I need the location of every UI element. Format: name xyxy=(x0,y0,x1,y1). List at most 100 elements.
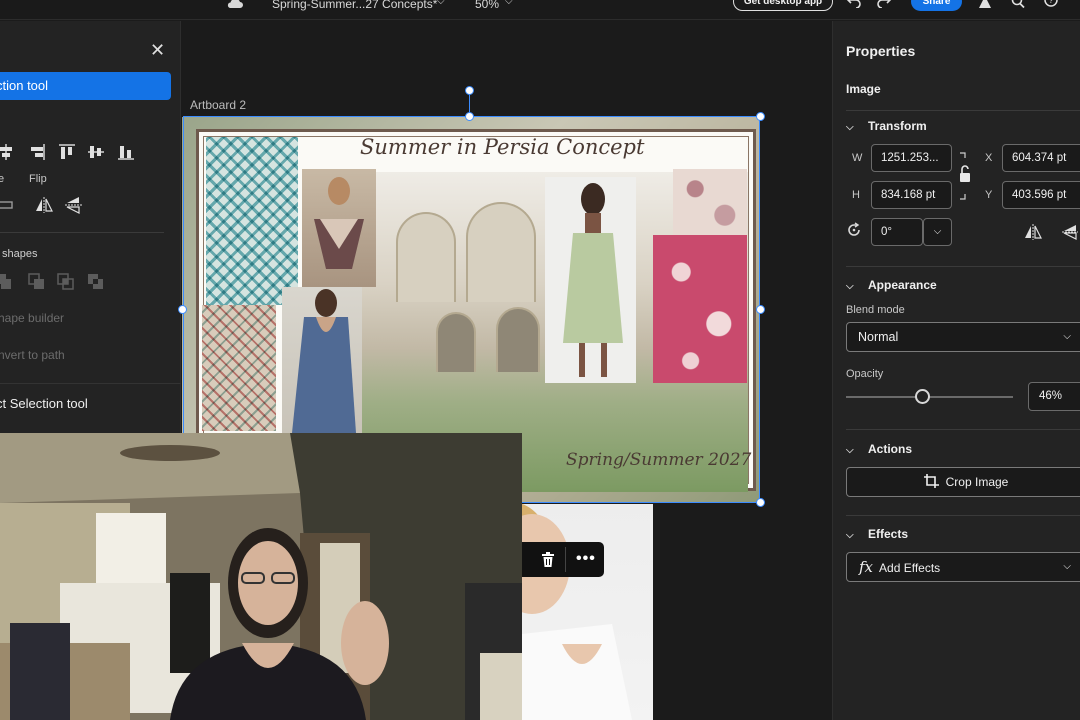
combine-shapes-label: shapes xyxy=(2,248,38,260)
model-figure xyxy=(292,289,356,433)
width-field[interactable]: 1251.253... xyxy=(871,144,952,172)
rotate-icon xyxy=(848,222,860,236)
context-toolbar: ••• xyxy=(522,542,604,577)
resize-handle-right[interactable] xyxy=(756,305,765,314)
chevron-down-icon[interactable]: ⌵ xyxy=(505,0,513,7)
cloud-sync-icon[interactable] xyxy=(226,0,244,10)
section-divider xyxy=(0,232,164,233)
chevron-down-icon: ⌵ xyxy=(846,445,854,456)
share-button[interactable]: Share xyxy=(911,0,962,11)
align-center-horizontal-icon[interactable] xyxy=(0,143,18,161)
effects-label: Effects xyxy=(868,527,909,541)
crop-image-label: Crop Image xyxy=(945,475,1009,489)
chevron-down-icon[interactable]: ⌵ xyxy=(437,0,445,7)
chevron-down-icon: ⌵ xyxy=(846,530,854,541)
object-type-label: Image xyxy=(846,82,881,96)
blend-mode-value: Normal xyxy=(858,330,899,344)
flip-horizontal-icon[interactable] xyxy=(1024,224,1042,240)
opacity-field[interactable]: 46% xyxy=(1028,382,1080,411)
transform-label: Transform xyxy=(868,119,927,133)
height-field[interactable]: 834.168 pt xyxy=(871,181,952,209)
toolbar-separator xyxy=(565,547,566,572)
rose-tile-swatch xyxy=(202,305,276,431)
opacity-slider-thumb[interactable] xyxy=(915,389,931,404)
teal-tile-swatch xyxy=(206,137,298,305)
undo-icon[interactable] xyxy=(846,0,862,8)
zoom-level[interactable]: 50% xyxy=(475,0,499,11)
moodboard-season: Spring/Summer 2027 xyxy=(566,450,752,470)
y-field[interactable]: 403.596 pt xyxy=(1002,181,1080,209)
properties-title: Properties xyxy=(846,43,916,59)
shape-intersect-icon xyxy=(57,273,74,290)
app-window: Spring-Summer...27 Concepts* ⌵ 50% ⌵ Get… xyxy=(0,0,1080,720)
chevron-down-icon: ⌵ xyxy=(1063,331,1071,342)
moodboard-title: Summer in Persia Concept xyxy=(360,135,645,159)
blend-mode-select[interactable]: Normal ⌵ xyxy=(846,322,1080,352)
resize-handle-bottom-right[interactable] xyxy=(756,498,765,507)
rotation-dropdown-button[interactable]: ⌵ xyxy=(923,218,952,246)
properties-panel: Properties Image ⌵ Transform W 1251.253..… xyxy=(832,21,1080,720)
get-desktop-app-button[interactable]: Get desktop app xyxy=(733,0,833,11)
flip-vertical-icon[interactable] xyxy=(1061,224,1079,240)
webcam-overlay xyxy=(0,433,522,720)
model-photo-scarf-top xyxy=(302,169,376,287)
section-divider xyxy=(846,515,1080,516)
flip-vertical-icon[interactable] xyxy=(64,196,84,214)
lock-aspect-ratio-icon[interactable] xyxy=(958,152,972,200)
chevron-down-icon: ⌵ xyxy=(1063,561,1071,572)
rotate-handle[interactable] xyxy=(465,86,474,95)
resize-handle-left[interactable] xyxy=(178,305,187,314)
x-label: X xyxy=(985,152,993,164)
section-divider xyxy=(0,383,181,384)
model-photo-blue-dress xyxy=(282,287,362,433)
trash-icon[interactable] xyxy=(540,551,556,568)
document-title[interactable]: Spring-Summer...27 Concepts* xyxy=(272,0,437,11)
crop-image-button[interactable]: Crop Image xyxy=(846,467,1080,497)
distribute-icon[interactable] xyxy=(0,196,16,214)
search-icon[interactable] xyxy=(1010,0,1026,9)
selection-tool-label: ction tool xyxy=(0,78,49,93)
artboard-label[interactable]: Artboard 2 xyxy=(190,98,246,112)
x-field[interactable]: 604.374 pt xyxy=(1002,144,1080,172)
flip-horizontal-icon[interactable] xyxy=(34,196,54,214)
chevron-down-icon: ⌵ xyxy=(846,281,854,292)
rotation-field[interactable]: 0° xyxy=(871,218,923,246)
arch-shape xyxy=(466,202,536,302)
align-bottom-icon[interactable] xyxy=(116,143,136,161)
close-icon[interactable]: ✕ xyxy=(150,41,165,59)
model-figure xyxy=(314,177,364,269)
direct-selection-tool-item[interactable]: ct Selection tool xyxy=(0,396,88,411)
svg-text:?: ? xyxy=(1049,0,1054,5)
height-label: H xyxy=(852,189,860,201)
appearance-section-header[interactable]: ⌵ Appearance xyxy=(846,278,937,292)
flask-icon[interactable] xyxy=(977,0,993,9)
model-figure xyxy=(563,183,623,377)
actions-label: Actions xyxy=(868,442,913,456)
resize-handle-top-right[interactable] xyxy=(756,112,765,121)
effects-section-header[interactable]: ⌵ Effects xyxy=(846,527,908,541)
resize-handle-top[interactable] xyxy=(465,112,474,121)
model-photo-white-top[interactable] xyxy=(522,504,653,720)
add-effects-label: Add Effects xyxy=(879,561,941,575)
redo-icon[interactable] xyxy=(876,0,892,8)
fx-icon: fx xyxy=(859,558,874,576)
arch-shape xyxy=(436,312,476,372)
actions-section-header[interactable]: ⌵ Actions xyxy=(846,442,912,456)
align-middle-icon[interactable] xyxy=(86,143,106,161)
shape-exclude-icon xyxy=(88,274,103,289)
chevron-down-icon: ⌵ xyxy=(846,122,854,133)
align-right-icon[interactable] xyxy=(28,143,48,161)
arch-shape xyxy=(496,307,540,372)
more-options-icon[interactable]: ••• xyxy=(576,550,596,568)
transform-section-header[interactable]: ⌵ Transform xyxy=(846,119,927,133)
model-photo-green-dress xyxy=(545,177,636,383)
arch-shape xyxy=(396,212,456,302)
webcam-scene xyxy=(0,433,522,720)
selection-tool-item[interactable]: ction tool xyxy=(0,72,171,100)
model-figure xyxy=(522,504,632,720)
flip-label: Flip xyxy=(29,173,47,185)
help-icon[interactable]: ? xyxy=(1043,0,1059,9)
add-effects-select[interactable]: fx Add Effects ⌵ xyxy=(846,552,1080,582)
align-top-icon[interactable] xyxy=(57,143,77,161)
paisley-swatch-light xyxy=(673,169,747,235)
